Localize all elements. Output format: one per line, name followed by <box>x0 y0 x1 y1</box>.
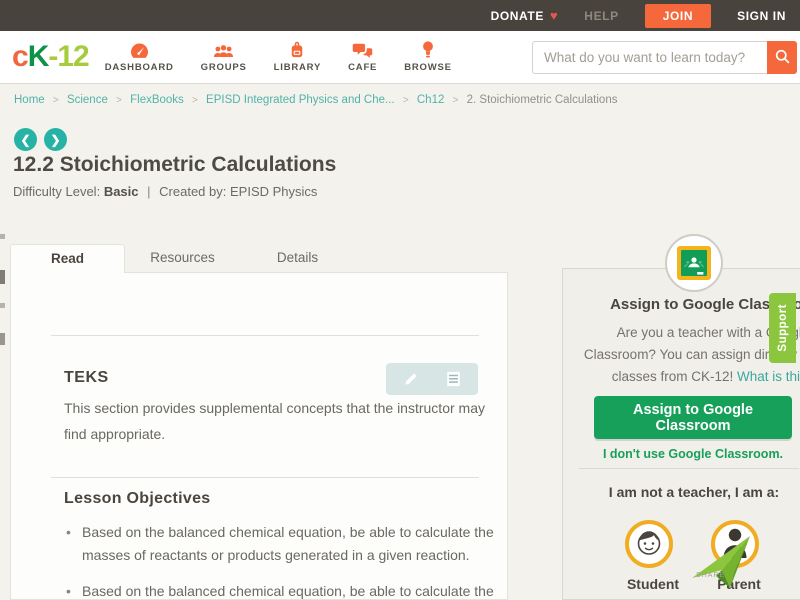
objective-item: Based on the balanced chemical equation,… <box>64 521 499 567</box>
google-classroom-badge <box>665 234 723 292</box>
chevron-right-icon: ❯ <box>50 132 61 147</box>
nav-item-browse[interactable]: BROWSE <box>404 41 452 73</box>
support-tab-label: Support <box>776 304 789 352</box>
role-student-button[interactable] <box>625 520 673 568</box>
breadcrumb-separator: > <box>402 95 409 106</box>
teks-heading: TEKS <box>64 369 109 386</box>
classroom-description-line: classes from CK-12! What is this? <box>563 366 800 388</box>
no-classroom-link[interactable]: I don't use Google Classroom. <box>563 447 800 461</box>
top-utility-bar: DONATE ♥ HELP JOIN SIGN IN <box>0 0 800 31</box>
share-label: SHARE <box>696 572 726 579</box>
join-button[interactable]: JOIN <box>644 3 712 28</box>
assign-classroom-button[interactable]: Assign to Google Classroom <box>594 396 792 439</box>
created-value: EPISD Physics <box>229 184 318 199</box>
nav-item-cafe[interactable]: CAFE <box>348 41 377 73</box>
ck12-logo[interactable]: cK-12 <box>12 40 90 74</box>
logo-c: c <box>12 40 29 73</box>
nav-label: CAFE <box>348 62 378 73</box>
classroom-description: Are you a teacher with a Google Classroo… <box>563 322 800 388</box>
library-backpack-icon <box>289 41 305 59</box>
groups-people-icon <box>213 41 234 59</box>
nav-label: LIBRARY <box>273 62 322 73</box>
browse-lightbulb-icon <box>422 41 434 59</box>
edge-widget <box>0 333 5 345</box>
main-navbar: cK-12 DASHBOARD GROUPS LIBRARY CAFE BROW… <box>0 31 800 84</box>
nav-label: BROWSE <box>404 62 452 73</box>
search-button[interactable] <box>767 41 797 74</box>
nav-label: DASHBOARD <box>104 62 174 73</box>
logo-k: K <box>27 40 50 73</box>
edit-pencil-icon[interactable] <box>394 365 428 393</box>
not-teacher-label: I am not a teacher, I am a: <box>608 484 780 500</box>
search-icon <box>775 49 790 67</box>
breadcrumb: Home > Science > FlexBooks > EPISD Integ… <box>14 94 617 106</box>
edge-widget <box>0 303 5 308</box>
breadcrumb-separator: > <box>452 95 459 106</box>
tab-resources[interactable]: Resources <box>125 244 240 272</box>
logo-12: -12 <box>48 40 89 73</box>
help-link[interactable]: HELP <box>584 9 618 23</box>
what-is-this-link[interactable]: What is this? <box>737 369 800 384</box>
share-widget[interactable]: SHARE <box>688 534 766 596</box>
objectives-list: Based on the balanced chemical equation,… <box>64 521 499 600</box>
dashboard-gauge-icon <box>130 41 149 59</box>
breadcrumb-link-book[interactable]: EPISD Integrated Physics and Che... <box>206 94 395 106</box>
edge-widget <box>0 234 5 239</box>
lesson-tabs: Read Resources Details <box>10 244 355 273</box>
objective-item: Based on the balanced chemical equation,… <box>64 580 499 600</box>
divider <box>51 335 479 336</box>
nav-label: GROUPS <box>200 62 247 73</box>
divider <box>51 477 479 478</box>
classroom-description-text: classes from CK-12! <box>611 369 734 384</box>
search-input[interactable] <box>532 41 767 74</box>
student-face-icon <box>634 526 664 563</box>
meta-separator: | <box>147 184 151 199</box>
classroom-heading: Assign to Google Classroom <box>610 296 800 313</box>
heart-icon: ♥ <box>549 8 559 23</box>
nav-menu: DASHBOARD GROUPS LIBRARY CAFE BROWSE <box>105 41 479 73</box>
divider <box>579 468 799 469</box>
chevron-left-icon: ❮ <box>20 132 31 147</box>
notes-document-icon[interactable] <box>436 365 470 393</box>
breadcrumb-separator: > <box>192 95 198 106</box>
page-meta: Difficulty Level: Basic | Created by: EP… <box>13 184 317 199</box>
edge-widget <box>0 270 5 284</box>
cafe-chat-icon <box>352 41 373 59</box>
tab-details[interactable]: Details <box>240 244 355 272</box>
donate-label: DONATE <box>490 8 544 23</box>
difficulty-label: Difficulty Level: <box>13 184 101 199</box>
paper-plane-icon <box>688 536 754 596</box>
page-title: 12.2 Stoichiometric Calculations <box>13 153 337 176</box>
breadcrumb-current: 2. Stoichiometric Calculations <box>466 94 618 106</box>
support-tab[interactable]: Support <box>769 293 796 363</box>
difficulty-value: Basic <box>103 184 139 199</box>
breadcrumb-link-science[interactable]: Science <box>67 94 108 106</box>
next-lesson-button[interactable]: ❯ <box>44 128 67 151</box>
breadcrumb-link-home[interactable]: Home <box>14 94 45 106</box>
classroom-description-line: Are you a teacher with a Google <box>616 325 800 340</box>
sign-in-link[interactable]: SIGN IN <box>737 9 786 23</box>
breadcrumb-separator: > <box>52 95 59 106</box>
breadcrumb-link-chapter[interactable]: Ch12 <box>417 94 445 106</box>
donate-link[interactable]: DONATE ♥ <box>491 8 559 23</box>
created-label: Created by: <box>159 184 227 199</box>
objectives-heading: Lesson Objectives <box>64 490 211 507</box>
google-classroom-icon <box>677 246 711 280</box>
breadcrumb-link-flexbooks[interactable]: FlexBooks <box>130 94 184 106</box>
classroom-description-line: Classroom? You can assign directly to yo… <box>583 347 800 362</box>
prev-lesson-button[interactable]: ❮ <box>14 128 37 151</box>
nav-item-library[interactable]: LIBRARY <box>274 41 321 73</box>
search-box <box>532 41 797 74</box>
nav-item-groups[interactable]: GROUPS <box>201 41 247 73</box>
read-content-panel: TEKS This section provides supplemental … <box>10 272 508 600</box>
breadcrumb-separator: > <box>116 95 122 106</box>
nav-item-dashboard[interactable]: DASHBOARD <box>105 41 174 73</box>
tab-read[interactable]: Read <box>10 244 125 273</box>
teks-description: This section provides supplemental conce… <box>64 400 485 442</box>
section-tools <box>386 363 478 395</box>
